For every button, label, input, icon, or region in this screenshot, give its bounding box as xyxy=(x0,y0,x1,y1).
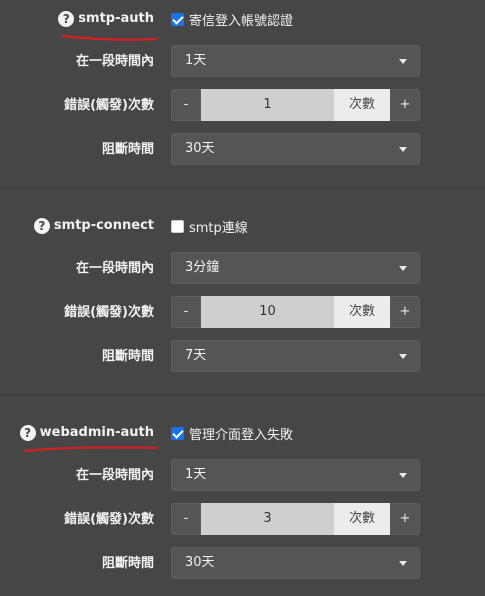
period-select[interactable]: 1天 xyxy=(171,459,420,491)
period-row: 在一段時間內 1天 xyxy=(0,45,485,79)
count-label: 錯誤(觸發)次數 xyxy=(64,512,154,527)
rule-name: webadmin-auth xyxy=(39,425,154,440)
enable-checkbox-label: 管理介面登入失敗 xyxy=(189,427,294,443)
rule-header-row: ? webadmin-auth 管理介面登入失敗 xyxy=(0,421,485,445)
block-select-value: 30天 xyxy=(185,555,215,570)
period-select-value: 1天 xyxy=(185,53,207,68)
count-row: 錯誤(觸發)次數 - 3 次數 + xyxy=(0,503,485,537)
count-unit: 次數 xyxy=(334,89,390,121)
rule-title: ? smtp-connect xyxy=(33,214,154,238)
block-row: 阻斷時間 7天 xyxy=(0,340,485,374)
enable-checkbox[interactable] xyxy=(171,219,184,233)
count-stepper: - 1 次數 + xyxy=(171,89,420,121)
block-select-value: 30天 xyxy=(185,141,215,156)
block-select[interactable]: 30天 xyxy=(171,133,420,165)
red-annotation-underline xyxy=(60,34,158,41)
period-label: 在一段時間內 xyxy=(75,468,154,483)
caret-down-icon xyxy=(399,266,407,271)
count-row: 錯誤(觸發)次數 - 1 次數 + xyxy=(0,89,485,123)
increment-button[interactable]: + xyxy=(390,89,420,121)
rule-title: ? smtp-auth xyxy=(58,7,154,31)
rule-header-row: ? smtp-connect smtp連線 xyxy=(0,214,485,238)
caret-down-icon xyxy=(399,147,407,152)
count-input[interactable]: 3 xyxy=(201,503,334,535)
help-icon[interactable]: ? xyxy=(33,218,50,234)
block-label: 阻斷時間 xyxy=(101,556,154,571)
enable-checkbox-label: 寄信登入帳號認證 xyxy=(189,13,294,29)
caret-down-icon xyxy=(399,354,407,359)
decrement-button[interactable]: - xyxy=(171,296,201,328)
decrement-button[interactable]: - xyxy=(171,89,201,121)
enable-checkbox-field[interactable]: 寄信登入帳號認證 xyxy=(171,11,294,29)
period-select-value: 3分鐘 xyxy=(185,260,220,275)
increment-button[interactable]: + xyxy=(390,503,420,535)
rule-header-row: ? smtp-auth 寄信登入帳號認證 xyxy=(0,7,485,31)
period-select[interactable]: 3分鐘 xyxy=(171,252,420,284)
count-stepper: - 3 次數 + xyxy=(171,503,420,535)
period-select-value: 1天 xyxy=(185,467,207,482)
count-unit: 次數 xyxy=(334,503,390,535)
help-icon[interactable]: ? xyxy=(19,425,36,441)
count-unit: 次數 xyxy=(334,296,390,328)
period-select[interactable]: 1天 xyxy=(171,45,420,77)
count-label: 錯誤(觸發)次數 xyxy=(64,98,154,113)
section-divider xyxy=(0,394,485,395)
caret-down-icon xyxy=(399,59,407,64)
count-input[interactable]: 10 xyxy=(201,296,334,328)
enable-checkbox-label: smtp連線 xyxy=(189,220,248,236)
block-select-value: 7天 xyxy=(185,348,207,363)
block-row: 阻斷時間 30天 xyxy=(0,547,485,581)
period-label: 在一段時間內 xyxy=(75,54,154,69)
count-row: 錯誤(觸發)次數 - 10 次數 + xyxy=(0,296,485,330)
help-icon[interactable]: ? xyxy=(58,11,75,27)
decrement-button[interactable]: - xyxy=(171,503,201,535)
section-divider xyxy=(0,187,485,188)
period-row: 在一段時間內 3分鐘 xyxy=(0,252,485,286)
block-label: 阻斷時間 xyxy=(101,349,154,364)
enable-checkbox[interactable] xyxy=(171,12,184,26)
count-label: 錯誤(觸發)次數 xyxy=(64,305,154,320)
period-label: 在一段時間內 xyxy=(75,261,154,276)
caret-down-icon xyxy=(399,561,407,566)
count-input[interactable]: 1 xyxy=(201,89,334,121)
block-row: 阻斷時間 30天 xyxy=(0,133,485,167)
block-label: 阻斷時間 xyxy=(101,142,154,157)
rule-title: ? webadmin-auth xyxy=(19,421,154,445)
enable-checkbox-field[interactable]: 管理介面登入失敗 xyxy=(171,425,294,443)
period-row: 在一段時間內 1天 xyxy=(0,459,485,493)
enable-checkbox-field[interactable]: smtp連線 xyxy=(171,218,248,236)
red-annotation-underline xyxy=(23,446,159,453)
rule-name: smtp-connect xyxy=(53,218,154,233)
block-select[interactable]: 7天 xyxy=(171,340,420,372)
increment-button[interactable]: + xyxy=(390,296,420,328)
caret-down-icon xyxy=(399,473,407,478)
rule-name: smtp-auth xyxy=(78,11,154,26)
count-stepper: - 10 次數 + xyxy=(171,296,420,328)
enable-checkbox[interactable] xyxy=(171,426,184,440)
block-select[interactable]: 30天 xyxy=(171,547,420,579)
